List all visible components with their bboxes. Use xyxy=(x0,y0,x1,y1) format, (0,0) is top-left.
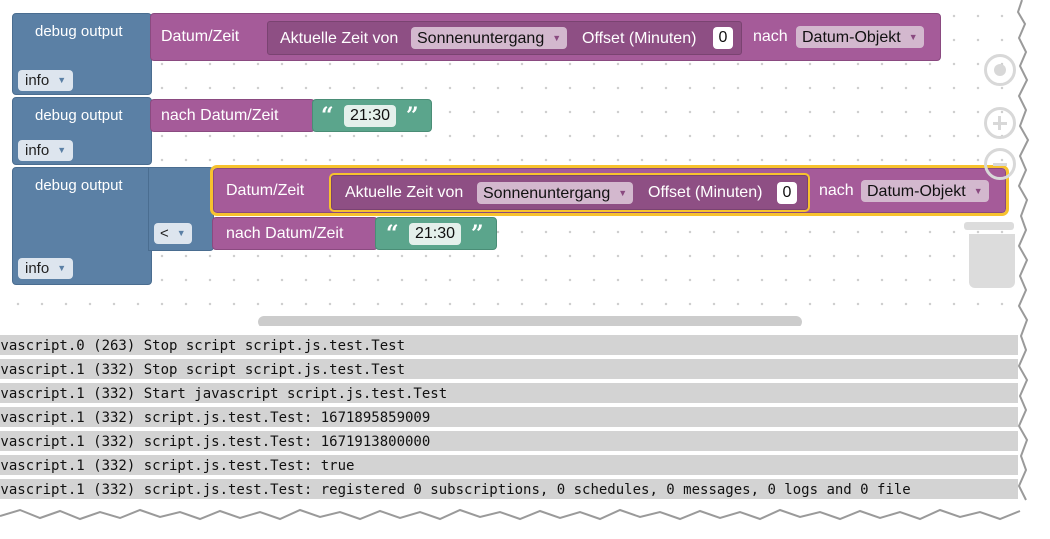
sun-event-value: Sonnenuntergang xyxy=(483,185,611,202)
blockly-workspace[interactable]: debug output info ▼ Datum/Zeit Aktuelle Z… xyxy=(0,0,1022,326)
debug-output-block-3[interactable]: debug output info ▼ xyxy=(12,167,152,285)
datum-zeit-label: Datum/Zeit xyxy=(161,28,240,45)
debug-output-block-2[interactable]: debug output info ▼ xyxy=(12,97,152,165)
compare-operator-value: < xyxy=(160,225,169,242)
dropdown-arrow-icon: ▼ xyxy=(552,33,562,43)
recenter-icon[interactable] xyxy=(984,54,1016,86)
compare-block[interactable]: < ▼ xyxy=(148,167,214,251)
open-quote-icon: “ xyxy=(321,103,334,129)
log-level-dropdown[interactable]: info ▼ xyxy=(18,258,74,279)
open-quote-icon: “ xyxy=(386,221,399,247)
log-line: avascript.1 (332) Start javascript scrip… xyxy=(0,383,1018,405)
offset-input[interactable]: 0 xyxy=(777,182,797,204)
offset-input[interactable]: 0 xyxy=(713,27,733,49)
trash-icon[interactable] xyxy=(969,234,1015,288)
dropdown-arrow-icon: ▼ xyxy=(57,75,67,85)
aktuelle-zeit-block-2[interactable]: Aktuelle Zeit von Sonnenuntergang ▼ Offse… xyxy=(329,173,810,212)
blockly-editor: debug output info ▼ Datum/Zeit Aktuelle Z… xyxy=(0,0,1022,514)
debug-output-label: debug output xyxy=(35,23,123,40)
log-line: avascript.0 (263) Stop script script.js.… xyxy=(0,335,1018,357)
sun-event-dropdown[interactable]: Sonnenuntergang ▼ xyxy=(411,27,568,49)
offset-label: Offset (Minuten) xyxy=(648,184,763,201)
nach-datum-zeit-label: nach Datum/Zeit xyxy=(161,107,279,124)
debug-output-label: debug output xyxy=(35,107,123,124)
dropdown-arrow-icon: ▼ xyxy=(618,188,628,198)
log-panel: avascript.0 (263) Stop script script.js.… xyxy=(0,330,1022,514)
log-line: avascript.1 (332) script.js.test.Test: t… xyxy=(0,455,1018,477)
aktuelle-zeit-label: Aktuelle Zeit von xyxy=(345,184,464,201)
zoom-in-icon[interactable] xyxy=(984,107,1016,139)
close-quote-icon: ” xyxy=(406,103,419,129)
sun-event-value: Sonnenuntergang xyxy=(417,30,545,47)
format-value: Datum-Objekt xyxy=(802,29,901,46)
horizontal-scrollbar[interactable] xyxy=(258,316,802,326)
sun-event-dropdown[interactable]: Sonnenuntergang ▼ xyxy=(477,182,634,204)
torn-edge-bottom xyxy=(0,508,1050,539)
text-block-1[interactable]: “ 21:30 ” xyxy=(312,99,432,132)
dropdown-arrow-icon: ▼ xyxy=(57,263,67,273)
datum-zeit-label: Datum/Zeit xyxy=(226,182,305,199)
format-dropdown[interactable]: Datum-Objekt ▼ xyxy=(861,180,989,202)
log-level-value: info xyxy=(25,72,50,89)
datum-zeit-block-2[interactable]: Datum/Zeit Aktuelle Zeit von Sonnenunter… xyxy=(210,165,1009,216)
compare-operator-dropdown[interactable]: < ▼ xyxy=(154,223,192,244)
zoom-out-icon[interactable] xyxy=(984,148,1016,180)
nach-label: nach xyxy=(819,182,854,199)
datum-zeit-block-1[interactable]: Datum/Zeit Aktuelle Zeit von Sonnenunter… xyxy=(150,13,941,61)
log-line: avascript.1 (332) script.js.test.Test: 1… xyxy=(0,431,1018,453)
format-value: Datum-Objekt xyxy=(867,183,966,200)
format-dropdown[interactable]: Datum-Objekt ▼ xyxy=(796,26,924,48)
aktuelle-zeit-block-1[interactable]: Aktuelle Zeit von Sonnenuntergang ▼ Offse… xyxy=(267,21,742,55)
dropdown-arrow-icon: ▼ xyxy=(176,228,186,238)
torn-edge-right xyxy=(1014,0,1050,539)
nach-label: nach xyxy=(753,28,788,45)
zoom-in-v xyxy=(998,116,1001,130)
recenter-dot xyxy=(994,64,1006,76)
offset-label: Offset (Minuten) xyxy=(582,30,697,47)
debug-output-block-1[interactable]: debug output info ▼ xyxy=(12,13,152,95)
log-level-dropdown[interactable]: info ▼ xyxy=(18,70,74,91)
time-text-input[interactable]: 21:30 xyxy=(344,105,397,127)
nach-datum-zeit-label: nach Datum/Zeit xyxy=(226,225,344,242)
log-level-value: info xyxy=(25,260,50,277)
zoom-out-h xyxy=(993,163,1007,166)
debug-output-label: debug output xyxy=(35,177,123,194)
aktuelle-zeit-label: Aktuelle Zeit von xyxy=(280,30,399,47)
dropdown-arrow-icon: ▼ xyxy=(908,32,918,42)
dropdown-arrow-icon: ▼ xyxy=(57,145,67,155)
text-block-2[interactable]: “ 21:30 ” xyxy=(375,217,497,250)
dropdown-arrow-icon: ▼ xyxy=(973,186,983,196)
log-line: avascript.1 (332) Stop script script.js.… xyxy=(0,359,1018,381)
log-line: avascript.1 (332) script.js.test.Test: 1… xyxy=(0,407,1018,429)
log-line: avascript.1 (332) script.js.test.Test: r… xyxy=(0,479,1018,501)
nach-datum-zeit-block-2[interactable]: nach Datum/Zeit xyxy=(212,217,378,250)
time-text-input[interactable]: 21:30 xyxy=(409,223,462,245)
nach-datum-zeit-block-1[interactable]: nach Datum/Zeit xyxy=(150,99,315,132)
log-level-dropdown[interactable]: info ▼ xyxy=(18,140,74,161)
log-level-value: info xyxy=(25,142,50,159)
close-quote-icon: ” xyxy=(471,221,484,247)
trash-lid xyxy=(964,222,1014,230)
